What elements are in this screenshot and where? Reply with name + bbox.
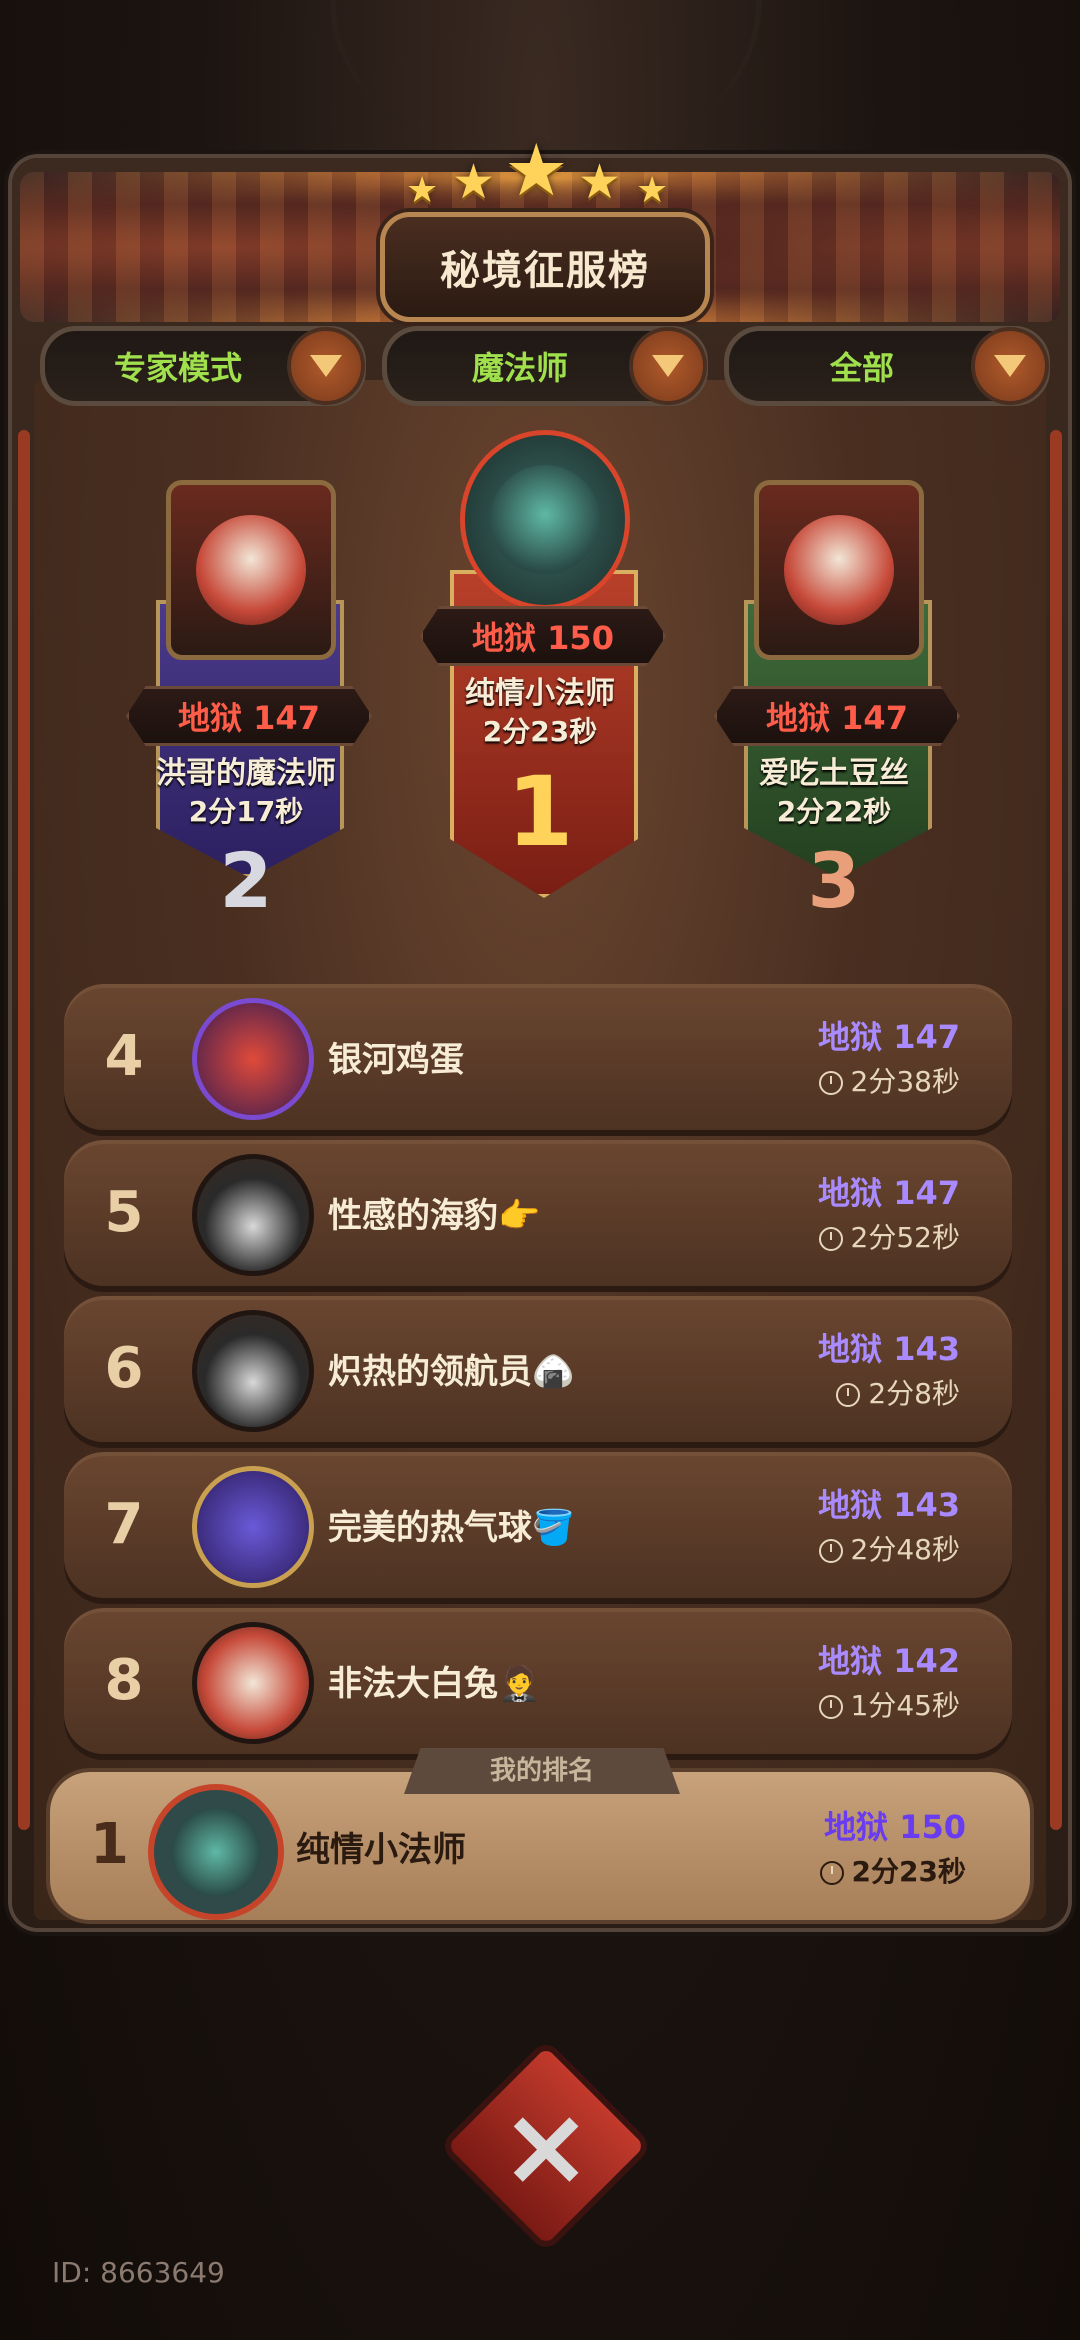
podium-third[interactable]: 地狱 147 爱吃土豆丝 2分22秒 3: [714, 480, 960, 940]
chevron-down-icon[interactable]: [971, 327, 1049, 405]
list-item[interactable]: 8 非法大白兔🤵 地狱 142 1分45秒: [64, 1608, 1012, 1754]
player-time: 2分23秒: [819, 1850, 966, 1890]
podium-time: 2分17秒: [188, 795, 304, 828]
player-name: 炽热的领航员🍙: [328, 1352, 575, 1392]
player-time: 2分52秒: [818, 1216, 960, 1256]
clock-icon: [836, 1383, 861, 1407]
clock-icon: [818, 1071, 843, 1095]
mage-avatar-icon: [171, 1807, 261, 1897]
clock-icon: [819, 1861, 844, 1885]
clown-avatar-icon: [196, 515, 306, 625]
chevron-down-icon[interactable]: [629, 327, 707, 405]
podium-time: 2分22秒: [776, 795, 892, 828]
left-side-bar: [18, 430, 30, 1830]
player-time-value: 2分23秒: [851, 1855, 966, 1888]
filter-difficulty[interactable]: 专家模式: [40, 326, 366, 406]
avatar: [148, 1784, 284, 1920]
rank-number: 1: [90, 1812, 129, 1877]
list-item[interactable]: 7 完美的热气球🪣 地狱 143 2分48秒: [64, 1452, 1012, 1598]
player-level: 地狱 150: [824, 1808, 966, 1846]
player-name: 纯情小法师: [296, 1830, 466, 1870]
player-name: 非法大白兔🤵: [328, 1664, 541, 1704]
avatar: [166, 480, 336, 660]
player-time-value: 1分45秒: [850, 1689, 960, 1722]
clock-icon: [818, 1539, 843, 1563]
podium-first[interactable]: 地狱 150 纯情小法师 2分23秒 1: [420, 420, 666, 940]
right-side-bar: [1050, 430, 1062, 1830]
rank-number: 7: [104, 1492, 144, 1557]
filter-scope[interactable]: 全部: [724, 326, 1050, 406]
podium-level: 地狱 147: [714, 686, 960, 746]
avatar: [192, 1466, 314, 1588]
podium-level: 地狱 150: [420, 606, 666, 666]
player-level: 地狱 147: [818, 1174, 960, 1212]
player-level: 地狱 142: [818, 1642, 960, 1680]
filter-class[interactable]: 魔法师: [382, 326, 708, 406]
podium-rank: 3: [807, 836, 861, 925]
player-time-value: 2分38秒: [850, 1065, 960, 1098]
list-item[interactable]: 6 炽热的领航员🍙 地狱 143 2分8秒: [64, 1296, 1012, 1442]
star-icon: ★: [504, 128, 569, 212]
star-icon: ★: [636, 170, 669, 211]
podium-time: 2分23秒: [482, 715, 598, 748]
clown-avatar-icon: [784, 515, 894, 625]
list-item[interactable]: 5 性感的海豹👉 地狱 147 2分52秒: [64, 1140, 1012, 1286]
player-level: 地狱 147: [818, 1018, 960, 1056]
avatar: [754, 480, 924, 660]
avatar: [192, 1310, 314, 1432]
rank-number: 8: [104, 1648, 144, 1713]
player-id: ID: 8663649: [52, 2256, 225, 2289]
player-time: 2分48秒: [818, 1528, 960, 1568]
avatar: [460, 430, 630, 610]
avatar: [192, 1622, 314, 1744]
clock-icon: [818, 1695, 843, 1719]
podium-name: 洪哥的魔法师: [156, 756, 336, 791]
avatar: [192, 1154, 314, 1276]
player-time-value: 2分8秒: [868, 1377, 960, 1410]
clock-icon: [818, 1227, 843, 1251]
player-time-value: 2分52秒: [850, 1221, 960, 1254]
avatar: [192, 998, 314, 1120]
podium-name: 爱吃土豆丝: [759, 756, 909, 791]
podium-rank: 2: [219, 836, 273, 925]
rank-number: 4: [104, 1024, 144, 1089]
player-time: 1分45秒: [818, 1684, 960, 1724]
podium-rank: 1: [506, 756, 574, 868]
player-time-value: 2分48秒: [850, 1533, 960, 1566]
podium-name: 纯情小法师: [465, 676, 615, 711]
player-name: 完美的热气球🪣: [328, 1508, 575, 1548]
stars-decoration: ★ ★ ★ ★ ★: [400, 128, 680, 218]
player-name: 性感的海豹👉: [328, 1196, 541, 1236]
player-time: 2分8秒: [836, 1372, 960, 1412]
star-icon: ★: [406, 170, 439, 211]
page-title: 秘境征服榜: [380, 212, 710, 322]
rank-number: 6: [104, 1336, 144, 1401]
mage-avatar-icon: [490, 465, 600, 575]
podium-second[interactable]: 地狱 147 洪哥的魔法师 2分17秒 2: [126, 480, 372, 940]
player-level: 地狱 143: [818, 1330, 960, 1368]
my-rank-row[interactable]: 1 纯情小法师 地狱 150 2分23秒: [50, 1772, 1030, 1920]
star-icon: ★: [578, 154, 622, 210]
my-rank-label: 我的排名: [404, 1748, 680, 1794]
player-name: 银河鸡蛋: [328, 1040, 464, 1080]
podium-level: 地狱 147: [126, 686, 372, 746]
close-icon: ×: [499, 2081, 593, 2210]
player-time: 2分38秒: [818, 1060, 960, 1100]
star-icon: ★: [452, 154, 496, 210]
rank-number: 5: [104, 1180, 144, 1245]
list-item[interactable]: 4 银河鸡蛋 地狱 147 2分38秒: [64, 984, 1012, 1130]
player-level: 地狱 143: [818, 1486, 960, 1524]
chevron-down-icon[interactable]: [287, 327, 365, 405]
